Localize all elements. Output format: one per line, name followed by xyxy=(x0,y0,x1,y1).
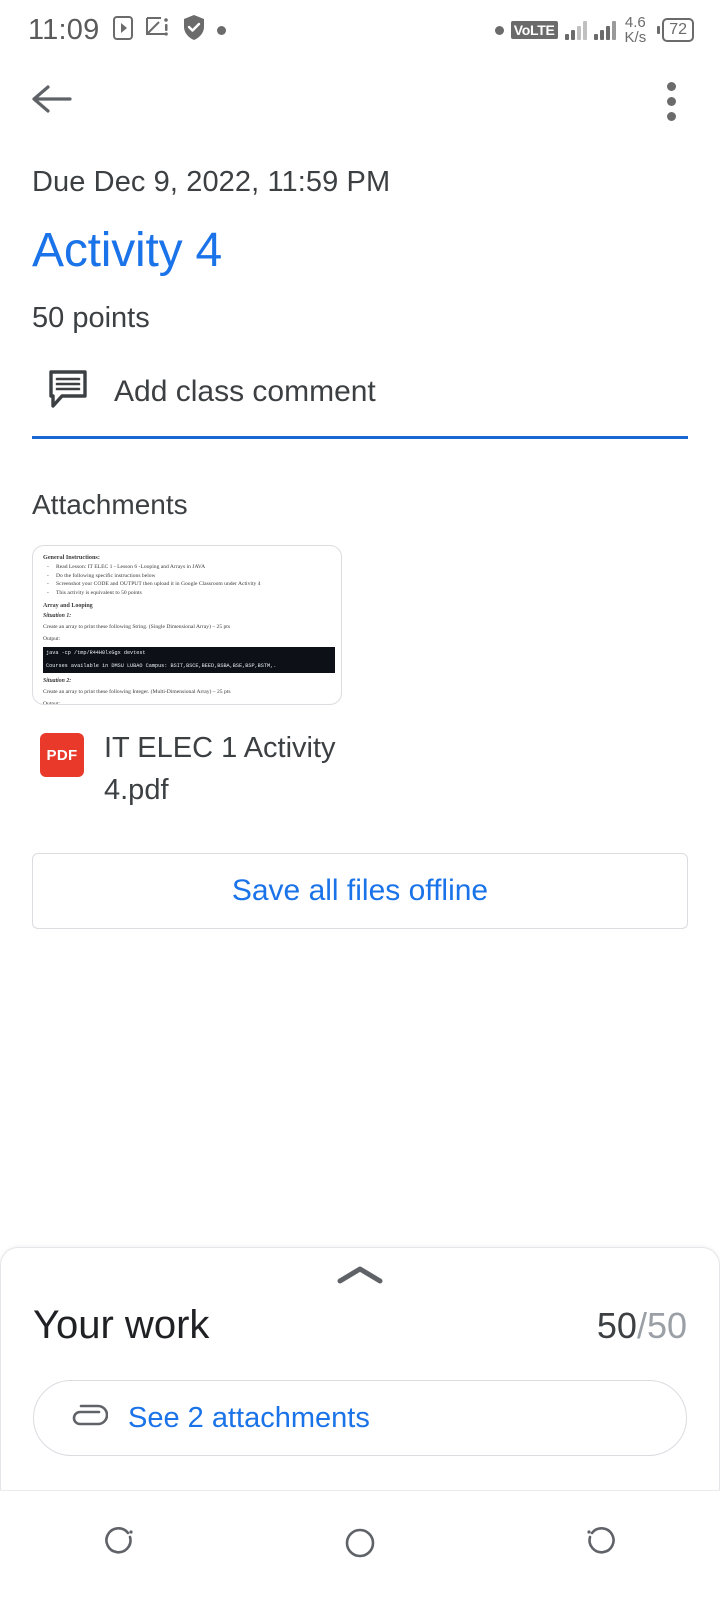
more-vert-icon-dot xyxy=(667,96,676,106)
doc-preview-subheading: Array and Looping xyxy=(43,602,93,609)
nav-back-icon xyxy=(578,1521,622,1570)
attachment-file-row[interactable]: PDF IT ELEC 1 Activity 4.pdf xyxy=(32,727,688,811)
status-bar-right-icons: VoLTE 4.6 K/s 72 xyxy=(494,15,694,45)
add-class-comment-label: Add class comment xyxy=(114,374,376,408)
points-value: 50 points xyxy=(32,302,150,334)
volte-badge: VoLTE xyxy=(510,20,558,40)
app-bar xyxy=(0,60,720,142)
battery-tip xyxy=(657,26,661,34)
your-work-title: Your work xyxy=(33,1303,210,1347)
screen-record-icon xyxy=(112,15,134,46)
comment-icon xyxy=(48,369,92,414)
doc-preview-code-line2: Courses available in DMSU LUBAO Campus: … xyxy=(43,660,335,674)
back-button[interactable] xyxy=(30,81,74,122)
doc-preview-heading: General Instructions: xyxy=(43,554,100,561)
status-dot-icon xyxy=(494,25,504,35)
network-speed-indicator: 4.6 K/s xyxy=(625,15,647,45)
notification-dot-icon xyxy=(217,25,227,35)
see-attachments-button[interactable]: See 2 attachments xyxy=(33,1380,687,1456)
back-arrow-icon xyxy=(30,81,74,122)
save-all-files-offline-button[interactable]: Save all files offline xyxy=(32,853,688,930)
sheet-expand-handle[interactable] xyxy=(33,1248,687,1295)
your-work-header: Your work 50/50 xyxy=(33,1295,687,1348)
attachment-file-name: IT ELEC 1 Activity 4.pdf xyxy=(104,732,336,807)
list-item: This activity is equivalent to 50 points xyxy=(43,589,335,598)
page-title[interactable]: Activity 4 xyxy=(32,223,688,278)
doc-preview-bullets: Read Lesson: IT ELEC 1 - Lesson 6 -Loopi… xyxy=(43,563,335,598)
list-item: Screenshot your CODE and OUTPUT then upl… xyxy=(43,580,335,589)
recents-icon xyxy=(98,1521,142,1570)
document-preview: General Instructions: Read Lesson: IT EL… xyxy=(43,554,335,705)
android-navigation-bar xyxy=(0,1490,720,1600)
network-speed-unit: K/s xyxy=(624,29,647,46)
home-button[interactable] xyxy=(300,1521,420,1570)
due-date: Due Dec 9, 2022, 11:59 PM xyxy=(32,166,391,198)
add-class-comment-row[interactable]: Add class comment xyxy=(32,369,688,414)
doc-preview-output-label-1: Output: xyxy=(43,636,61,643)
home-icon xyxy=(338,1521,382,1570)
status-bar: 11:09 VoLTE 4.6 K/s 72 xyxy=(0,0,720,60)
attachments-heading: Attachments xyxy=(32,489,188,520)
grade-score: 50 xyxy=(596,1305,637,1346)
shield-check-icon xyxy=(182,14,206,46)
signal-bars-sim1-icon xyxy=(564,20,587,40)
status-badge: 50/50 xyxy=(597,1305,687,1347)
more-vert-icon-dot xyxy=(667,111,676,121)
doc-preview-code-line1: java -cp /tmp/R44H0lxGgx devtest xyxy=(43,647,335,661)
grade-denominator: /50 xyxy=(636,1305,687,1346)
more-vert-icon-dot xyxy=(667,81,676,91)
list-item: Do the following specific instructions b… xyxy=(43,572,335,581)
more-options-button[interactable] xyxy=(653,74,690,129)
list-item: Read Lesson: IT ELEC 1 - Lesson 6 -Loopi… xyxy=(43,563,335,572)
doc-preview-situation2-label: Situation 2: xyxy=(43,678,72,685)
battery-level-text: 72 xyxy=(662,18,694,42)
doc-preview-situation2-text: Create an array to print these following… xyxy=(43,689,231,696)
attachment-thumbnail-card[interactable]: General Instructions: Read Lesson: IT EL… xyxy=(32,545,342,705)
doc-preview-situation1-label: Situation 1: xyxy=(43,612,72,619)
chevron-up-icon xyxy=(334,1264,386,1291)
assignment-content: Due Dec 9, 2022, 11:59 PM Activity 4 50 … xyxy=(0,166,720,930)
pdf-icon: PDF xyxy=(40,733,84,777)
doc-preview-situation1-text: Create an array to print these following… xyxy=(43,623,231,630)
battery-icon: 72 xyxy=(657,18,694,42)
recents-button[interactable] xyxy=(60,1521,180,1570)
network-speed-value: 4.6 xyxy=(624,14,646,31)
nav-back-button[interactable] xyxy=(540,1521,660,1570)
screenshot-alert-icon xyxy=(145,15,171,46)
status-bar-clock: 11:09 xyxy=(28,13,100,46)
doc-preview-output-label-2: Output: xyxy=(43,701,61,705)
your-work-sheet[interactable]: Your work 50/50 See 2 attachments xyxy=(0,1247,720,1490)
signal-bars-sim2-icon xyxy=(593,20,616,40)
paperclip-icon xyxy=(68,1401,109,1436)
status-bar-left-icons xyxy=(112,14,227,46)
see-attachments-label: See 2 attachments xyxy=(128,1401,370,1434)
comment-divider xyxy=(32,436,688,439)
